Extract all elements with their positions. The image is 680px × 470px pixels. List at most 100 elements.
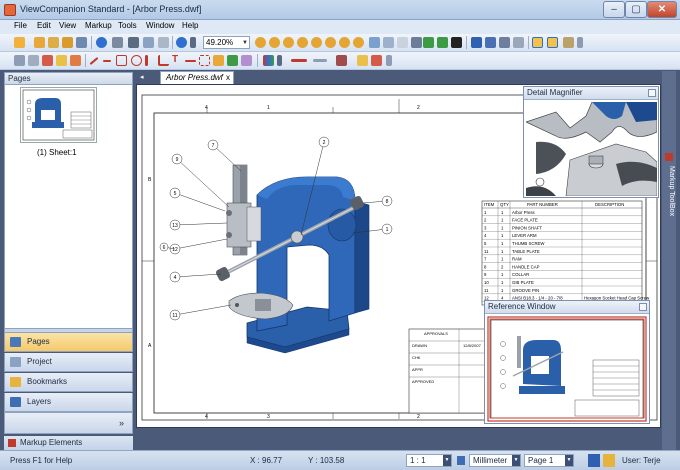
open-folder-icon[interactable] <box>34 37 45 48</box>
nav-overflow[interactable]: » <box>4 412 133 434</box>
save-icon[interactable] <box>48 37 59 48</box>
ellipse-tool-icon[interactable] <box>131 55 142 66</box>
more-tools-icon[interactable] <box>577 37 583 48</box>
toolbar-separator <box>257 54 258 67</box>
rotate-icon[interactable] <box>383 37 394 48</box>
tab-arbor-press[interactable]: Arbor Press.dwf x <box>160 71 234 84</box>
polygon-tool-icon[interactable] <box>145 55 148 66</box>
arrow-tool-icon[interactable] <box>185 60 196 62</box>
zoom-previous-icon[interactable] <box>311 37 322 48</box>
bom-cell: LEVER ARM <box>512 233 537 238</box>
page-view-icon[interactable] <box>397 37 408 48</box>
menu-tools[interactable]: Tools <box>118 21 137 30</box>
help-icon[interactable] <box>176 37 187 48</box>
compare-icon[interactable] <box>485 37 496 48</box>
zoom-fit-icon[interactable] <box>353 37 364 48</box>
page-thumbnail[interactable] <box>20 87 97 143</box>
open-icon[interactable] <box>14 37 25 48</box>
markup-options-icon[interactable] <box>386 55 392 66</box>
text-tool-icon[interactable]: T <box>172 55 183 66</box>
frame-number: 3 <box>267 414 270 420</box>
layers-icon[interactable] <box>471 37 482 48</box>
document-icon[interactable] <box>128 37 139 48</box>
select-tool-icon[interactable] <box>532 37 543 48</box>
line-weight-icon[interactable] <box>291 59 307 62</box>
highlight-icon[interactable] <box>70 55 81 66</box>
page-combo[interactable]: Page 1 ▼ <box>524 454 574 467</box>
markup-toolbox-tab[interactable]: Markup ToolBox <box>662 71 676 451</box>
tab-scroll-left-icon[interactable]: ◂ <box>140 73 144 81</box>
markup-layer-icon[interactable] <box>42 55 53 66</box>
pages-icon <box>10 337 21 347</box>
bom-header: DESCRIPTION <box>595 202 624 207</box>
markup-elements-tab[interactable]: Markup Elements <box>4 436 133 450</box>
zoom-in-icon[interactable] <box>255 37 266 48</box>
line-tool-icon[interactable] <box>89 57 99 65</box>
color-dropdown-icon[interactable] <box>277 55 282 66</box>
units-combo[interactable]: Millimeter ▼ <box>469 454 521 467</box>
flip-vertical-icon[interactable] <box>437 37 448 48</box>
zoom-extents-icon[interactable] <box>297 37 308 48</box>
magnifier-tool-icon[interactable] <box>547 37 558 48</box>
properties-icon[interactable] <box>158 37 169 48</box>
fill-icon[interactable] <box>336 55 347 66</box>
thumbnail-label[interactable]: (1) Sheet:1 <box>37 148 77 157</box>
help-dropdown-icon[interactable] <box>190 37 196 48</box>
reference-window-pin-icon[interactable] <box>639 303 647 311</box>
zoom-combo[interactable]: 49.20% ▼ <box>203 36 250 49</box>
rectangle-tool-icon[interactable] <box>116 55 127 66</box>
nav-project[interactable]: Project <box>4 353 133 372</box>
nav-bookmarks[interactable]: Bookmarks <box>4 373 133 392</box>
snap-icon[interactable] <box>588 454 600 467</box>
markup-pen-icon[interactable] <box>563 37 574 48</box>
mirror-icon[interactable] <box>411 37 422 48</box>
zoom-page-icon[interactable] <box>339 37 350 48</box>
invert-icon[interactable] <box>451 37 462 48</box>
menu-edit[interactable]: Edit <box>37 21 51 30</box>
info-icon[interactable] <box>96 37 107 48</box>
polyline-tool-icon[interactable] <box>103 60 111 62</box>
flip-horizontal-icon[interactable] <box>423 37 434 48</box>
scale-combo[interactable]: 1 : 1 ▼ <box>406 454 452 467</box>
cloud-tool-icon[interactable] <box>199 55 210 66</box>
undo-icon[interactable] <box>28 55 39 66</box>
arc-tool-icon[interactable] <box>158 55 169 66</box>
cursor-icon[interactable] <box>14 55 25 66</box>
image-tool-icon[interactable] <box>227 55 238 66</box>
close-button[interactable]: ✕ <box>647 1 677 18</box>
link-icon[interactable] <box>513 37 524 48</box>
tools-icon[interactable] <box>112 37 123 48</box>
menu-view[interactable]: View <box>59 21 76 30</box>
lock-icon[interactable] <box>603 454 615 467</box>
symbol-tool-icon[interactable] <box>241 55 252 66</box>
delete-markup-icon[interactable] <box>371 55 382 66</box>
zoom-width-icon[interactable] <box>325 37 336 48</box>
tab-close-icon[interactable]: x <box>226 72 230 84</box>
detail-magnifier-window[interactable]: Detail Magnifier <box>523 86 659 198</box>
detail-magnifier-pin-icon[interactable] <box>648 89 656 97</box>
line-style-icon[interactable] <box>313 59 327 62</box>
folder-icon[interactable] <box>62 37 73 48</box>
zoom-window-icon[interactable] <box>283 37 294 48</box>
note-icon[interactable] <box>56 55 67 66</box>
zoom-out-icon[interactable] <box>269 37 280 48</box>
title-block-label: CHK <box>412 355 421 360</box>
minimize-button[interactable]: – <box>603 1 625 18</box>
restore-button[interactable]: ▢ <box>625 1 647 18</box>
menu-markup[interactable]: Markup <box>85 21 112 30</box>
measure-icon[interactable] <box>499 37 510 48</box>
print-icon[interactable] <box>76 37 87 48</box>
bookmarks-icon <box>10 377 21 387</box>
horizontal-scrollbar[interactable] <box>136 428 661 436</box>
color-picker-icon[interactable] <box>263 55 274 66</box>
menu-window[interactable]: Window <box>146 21 174 30</box>
nav-pages[interactable]: Pages <box>4 333 133 352</box>
nav-layers[interactable]: Layers <box>4 393 133 412</box>
pan-icon[interactable] <box>369 37 380 48</box>
menu-file[interactable]: File <box>14 21 27 30</box>
stamp-icon[interactable] <box>213 55 224 66</box>
menu-help[interactable]: Help <box>182 21 198 30</box>
page-icon[interactable] <box>143 37 154 48</box>
reference-window[interactable]: Reference Window <box>484 300 650 424</box>
transparency-icon[interactable] <box>357 55 368 66</box>
